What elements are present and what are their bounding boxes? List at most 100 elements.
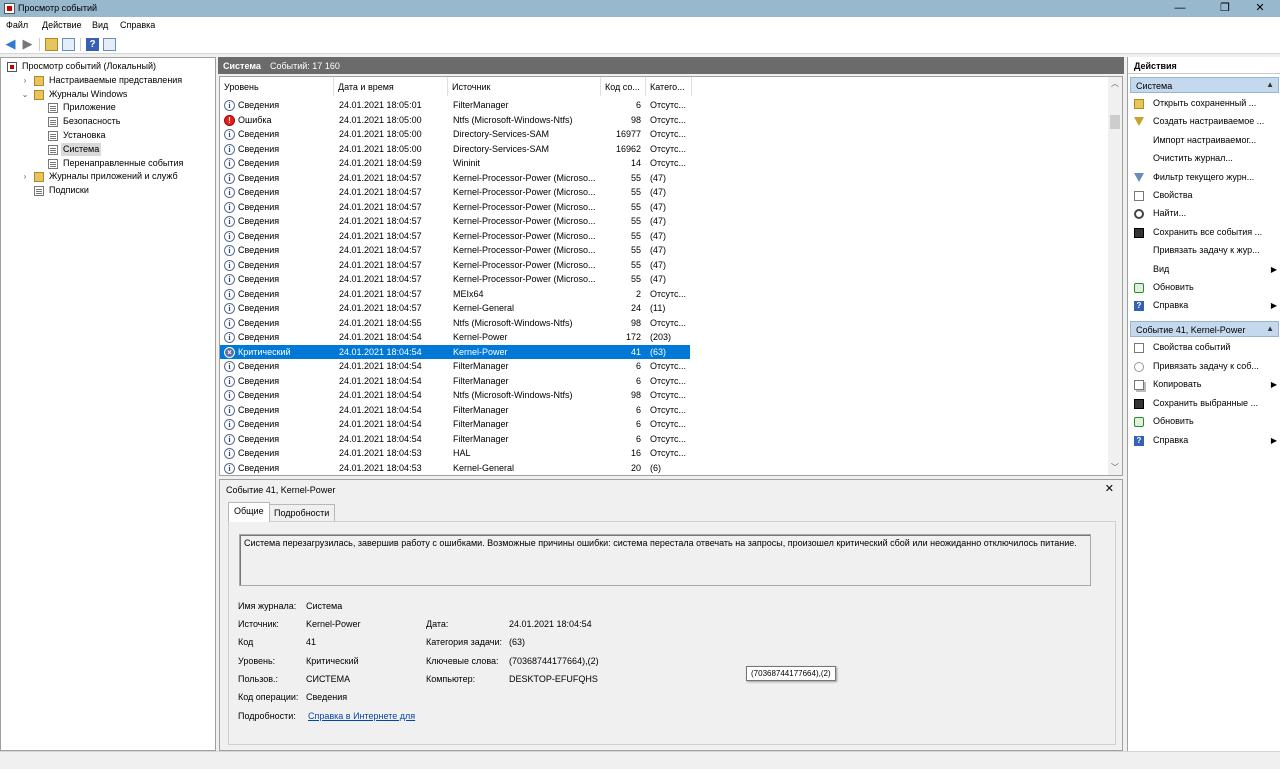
detail-close-icon[interactable]: ✕ [1105, 482, 1114, 495]
actions-section-event[interactable]: Событие 41, Kernel-Power ▲ [1130, 321, 1279, 337]
action-item[interactable]: Сохранить выбранные ... [1132, 395, 1277, 412]
collapse-icon[interactable]: ▲ [1266, 324, 1274, 333]
table-row[interactable]: i Сведения 24.01.2021 18:04:53 HAL 16 Отсутс.… [220, 446, 690, 460]
event-message[interactable]: Система перезагрузилась, завершив работу… [239, 534, 1091, 586]
forward-arrow-icon[interactable]: ▶ [21, 37, 34, 51]
action-item[interactable]: ? Справка ▶ [1132, 432, 1277, 449]
event-viewer-icon [4, 3, 15, 14]
column-header-level[interactable]: Уровень [220, 77, 334, 96]
scroll-thumb[interactable] [1110, 115, 1120, 129]
table-row[interactable]: i Сведения 24.01.2021 18:04:54 FilterManage… [220, 403, 690, 417]
cell-source: Wininit [453, 158, 481, 168]
table-row[interactable]: i Сведения 24.01.2021 18:05:00 Directory-Se… [220, 142, 690, 156]
menu-view[interactable]: Вид [92, 20, 108, 30]
action-item[interactable]: Создать настраиваемое ... [1132, 113, 1277, 130]
table-row[interactable]: i Сведения 24.01.2021 18:04:54 Kernel-Power… [220, 330, 690, 344]
table-row[interactable]: i Сведения 24.01.2021 18:05:01 FilterManage… [220, 98, 690, 112]
table-row[interactable]: i Сведения 24.01.2021 18:04:53 Kernel-Gener… [220, 461, 690, 475]
action-item[interactable]: Свойства событий [1132, 339, 1277, 356]
table-row[interactable]: i Сведения 24.01.2021 18:04:54 FilterManage… [220, 417, 690, 431]
action-item[interactable]: Вид ▶ [1132, 261, 1277, 278]
maximize-button[interactable]: ❐ [1205, 0, 1245, 17]
table-row[interactable]: i Сведения 24.01.2021 18:04:57 Kernel-Gener… [220, 301, 690, 315]
show-hide-tree-icon[interactable] [62, 38, 75, 51]
table-row[interactable]: i Сведения 24.01.2021 18:04:54 FilterManage… [220, 374, 690, 388]
action-item[interactable]: Свойства [1132, 187, 1277, 204]
column-header-datetime[interactable]: Дата и время [334, 77, 448, 96]
action-item[interactable]: Обновить [1132, 279, 1277, 296]
table-row[interactable]: i Сведения 24.01.2021 18:04:57 Kernel-Proce… [220, 171, 690, 185]
action-item[interactable]: Привязать задачу к жур... [1132, 242, 1277, 259]
table-row[interactable]: i Сведения 24.01.2021 18:04:57 Kernel-Proce… [220, 185, 690, 199]
table-row[interactable]: i Сведения 24.01.2021 18:05:00 Directory-Se… [220, 127, 690, 141]
table-row[interactable]: ! Ошибка 24.01.2021 18:05:00 Ntfs (Microsof… [220, 113, 690, 127]
online-help-link[interactable]: Справка в Интернете для [308, 711, 415, 721]
table-row[interactable]: i Сведения 24.01.2021 18:04:55 Ntfs (Micros… [220, 316, 690, 330]
scroll-down-icon[interactable]: ﹀ [1108, 461, 1122, 475]
action-item-label: Обновить [1153, 416, 1194, 426]
cell-source: Kernel-Processor-Power (Microso... [453, 187, 596, 197]
refresh-icon [1134, 283, 1144, 293]
table-row[interactable]: i Сведения 24.01.2021 18:04:57 Kernel-Proce… [220, 243, 690, 257]
table-row[interactable]: i Сведения 24.01.2021 18:04:57 Kernel-Proce… [220, 200, 690, 214]
action-item[interactable]: Открыть сохраненный ... [1132, 95, 1277, 112]
table-row[interactable]: i Сведения 24.01.2021 18:04:57 Kernel-Proce… [220, 272, 690, 286]
up-folder-icon[interactable] [45, 38, 58, 51]
table-row[interactable]: i Сведения 24.01.2021 18:04:59 Wininit 14 Отс… [220, 156, 690, 170]
tree-item[interactable]: › Журналы приложений и служб [1, 170, 215, 183]
menu-file[interactable]: Файл [6, 20, 28, 30]
tree-item[interactable]: Безопасность [1, 115, 215, 128]
column-header-event-id[interactable]: Код со... [601, 77, 646, 96]
back-arrow-icon[interactable]: ◀ [4, 37, 17, 51]
tree-item[interactable]: ⌄ Журналы Windows [1, 88, 215, 101]
column-header-category[interactable]: Катего... [646, 77, 692, 96]
table-row[interactable]: i Сведения 24.01.2021 18:04:57 MEIx64 2 Отсут… [220, 287, 690, 301]
cell-source: Kernel-Processor-Power (Microso... [453, 259, 596, 270]
tree-item[interactable]: Перенаправленные события [1, 157, 215, 170]
tree-item[interactable]: Установка [1, 129, 215, 142]
action-item[interactable]: Импорт настраиваемог... [1132, 132, 1277, 149]
table-row[interactable]: × Критический 24.01.2021 18:04:54 Kernel-Po… [220, 344, 690, 359]
table-row[interactable]: i Сведения 24.01.2021 18:04:54 FilterManage… [220, 432, 690, 446]
vertical-scrollbar[interactable]: ︿ ﹀ [1108, 77, 1122, 475]
tree-item[interactable]: › Настраиваемые представления [1, 74, 215, 87]
action-item[interactable]: Копировать ▶ [1132, 376, 1277, 393]
actions-section-log[interactable]: Система ▲ [1130, 77, 1279, 93]
tree-item[interactable]: Приложение [1, 101, 215, 114]
table-row[interactable]: i Сведения 24.01.2021 18:04:57 Kernel-Proce… [220, 229, 690, 243]
table-row[interactable]: i Сведения 24.01.2021 18:04:57 Kernel-Proce… [220, 258, 690, 272]
scroll-up-icon[interactable]: ︿ [1108, 77, 1122, 91]
table-row[interactable]: i Сведения 24.01.2021 18:04:57 Kernel-Proce… [220, 214, 690, 228]
cell-date: 24.01.2021 18:04:54 [339, 332, 422, 342]
cell-date: 24.01.2021 18:04:57 [339, 245, 422, 255]
close-button[interactable]: ✕ [1240, 0, 1280, 17]
action-item[interactable]: Найти... [1132, 205, 1277, 222]
expander-icon[interactable]: › [21, 170, 29, 183]
tab-general[interactable]: Общие [228, 502, 270, 522]
expander-icon[interactable]: › [21, 74, 29, 87]
action-item[interactable]: Очистить журнал... [1132, 150, 1277, 167]
expander-icon[interactable]: ⌄ [21, 88, 29, 101]
collapse-icon[interactable]: ▲ [1266, 80, 1274, 89]
action-item[interactable]: Привязать задачу к соб... [1132, 358, 1277, 375]
action-item[interactable]: ? Справка ▶ [1132, 297, 1277, 314]
menu-action[interactable]: Действие [42, 20, 82, 30]
tree-item[interactable]: Подписки [1, 184, 215, 197]
cell-source: MEIx64 [453, 288, 484, 299]
tree-item[interactable]: Система [1, 142, 215, 156]
tree-item-label: Установка [63, 130, 106, 140]
cell-date: 24.01.2021 18:04:53 [339, 448, 422, 458]
action-item[interactable]: Сохранить все события ... [1132, 224, 1277, 241]
action-item[interactable]: Обновить [1132, 413, 1277, 430]
table-row[interactable]: i Сведения 24.01.2021 18:04:54 Ntfs (Micros… [220, 388, 690, 402]
tree-item[interactable]: Просмотр событий (Локальный) [1, 60, 215, 73]
column-header-source[interactable]: Источник [448, 77, 601, 96]
help-icon[interactable]: ? [86, 38, 99, 51]
minimize-button[interactable]: — [1160, 0, 1200, 17]
date-value: 24.01.2021 18:04:54 [509, 619, 592, 629]
show-hide-actions-icon[interactable] [103, 38, 116, 51]
table-row[interactable]: i Сведения 24.01.2021 18:04:54 FilterManage… [220, 359, 690, 373]
menu-help[interactable]: Справка [120, 20, 155, 30]
tab-details[interactable]: Подробности [268, 504, 336, 521]
action-item[interactable]: Фильтр текущего журн... [1132, 169, 1277, 186]
